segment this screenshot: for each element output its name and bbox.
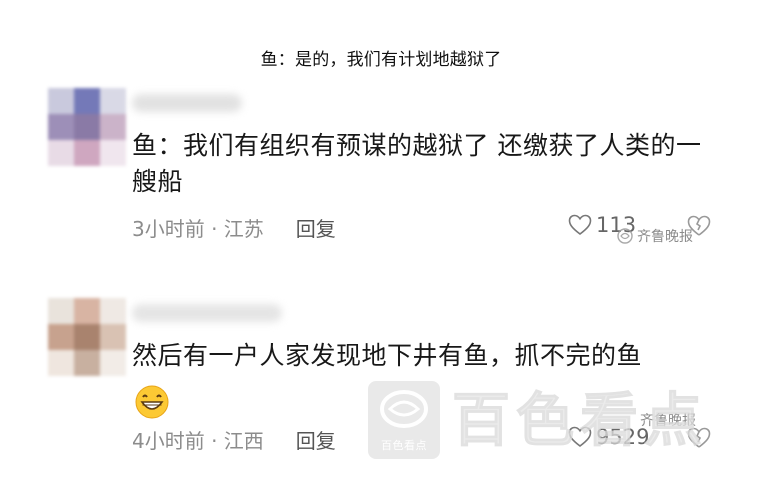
avatar[interactable] [48,298,126,376]
watermark-qilu: 齐鲁晚报 [616,226,693,246]
username-redacted [132,94,242,112]
reply-button[interactable]: 回复 [296,425,336,454]
watermark-big-text: 百色看点 [451,386,709,455]
baise-logo-icon [380,390,428,428]
watermark-badge: 百色看点 [368,381,440,459]
avatar[interactable] [48,88,126,166]
qilu-logo-icon [617,228,633,244]
comment-meta: 3小时前 · 江苏 回复 [132,213,336,242]
reply-button[interactable]: 回复 [296,213,336,242]
comment-time-location: 3小时前 · 江苏 [132,217,264,241]
watermark-baise: 百色看点 百色看点 [368,378,748,462]
comment-time-location: 4小时前 · 江西 [132,429,264,453]
comment-meta: 4小时前 · 江西 回复 [132,425,336,454]
heart-icon [568,214,592,236]
headline-caption: 鱼：是的，我们有计划地越狱了 [260,50,502,70]
comment-text: 然后有一户人家发现地下井有鱼，抓不完的鱼 [132,341,643,370]
comment-text: 鱼：我们有组织有预谋的越狱了 还缴获了人类的一艘船 [132,131,702,196]
grinning-emoji-icon [135,385,169,419]
page-root: 鱼：是的，我们有计划地越狱了 鱼：我们有组织有预谋的越狱了 还缴获了人类的一艘船… [0,0,762,484]
comment-item: 鱼：我们有组织有预谋的越狱了 还缴获了人类的一艘船 3小时前 · 江苏 回复 1… [28,80,748,270]
username-redacted [132,304,282,322]
